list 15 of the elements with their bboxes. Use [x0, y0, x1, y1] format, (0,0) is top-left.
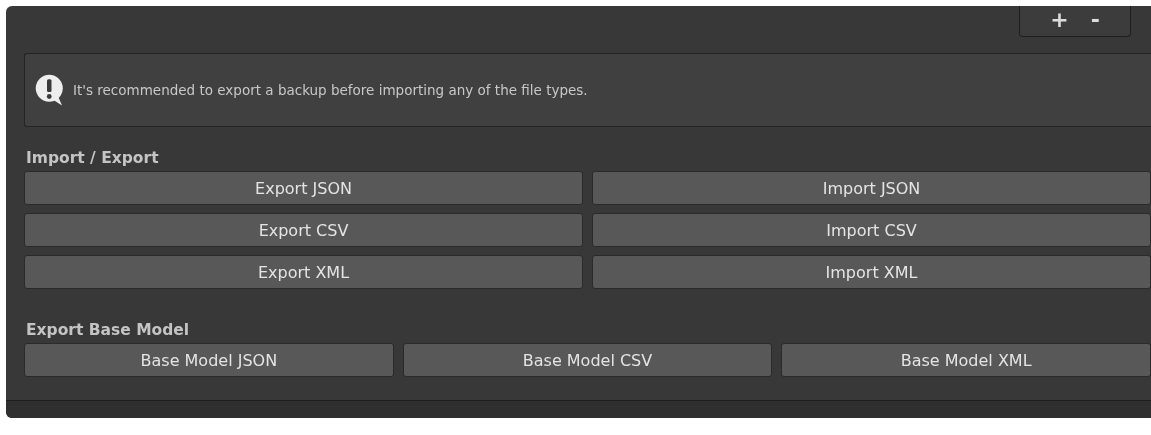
action-button[interactable]: Import CSV — [592, 213, 1151, 247]
warning-icon — [35, 73, 65, 107]
action-button[interactable]: Base Model JSON — [24, 343, 394, 377]
action-button[interactable]: Base Model XML — [781, 343, 1151, 377]
section-heading: Export Base Model — [26, 320, 191, 341]
action-button[interactable]: Export CSV — [24, 213, 583, 247]
section-heading: Import / Export — [26, 148, 160, 169]
action-button[interactable]: Export XML — [24, 255, 583, 289]
action-button[interactable]: Export JSON — [24, 171, 583, 205]
action-button[interactable]: Import XML — [592, 255, 1151, 289]
remove-button[interactable]: - — [1084, 7, 1106, 33]
action-button[interactable]: Base Model CSV — [402, 343, 773, 377]
action-button[interactable]: Import JSON — [592, 171, 1151, 205]
help-message: It's recommended to export a backup before importing any of the file types. — [73, 82, 588, 98]
add-button[interactable]: + — [1044, 7, 1075, 33]
